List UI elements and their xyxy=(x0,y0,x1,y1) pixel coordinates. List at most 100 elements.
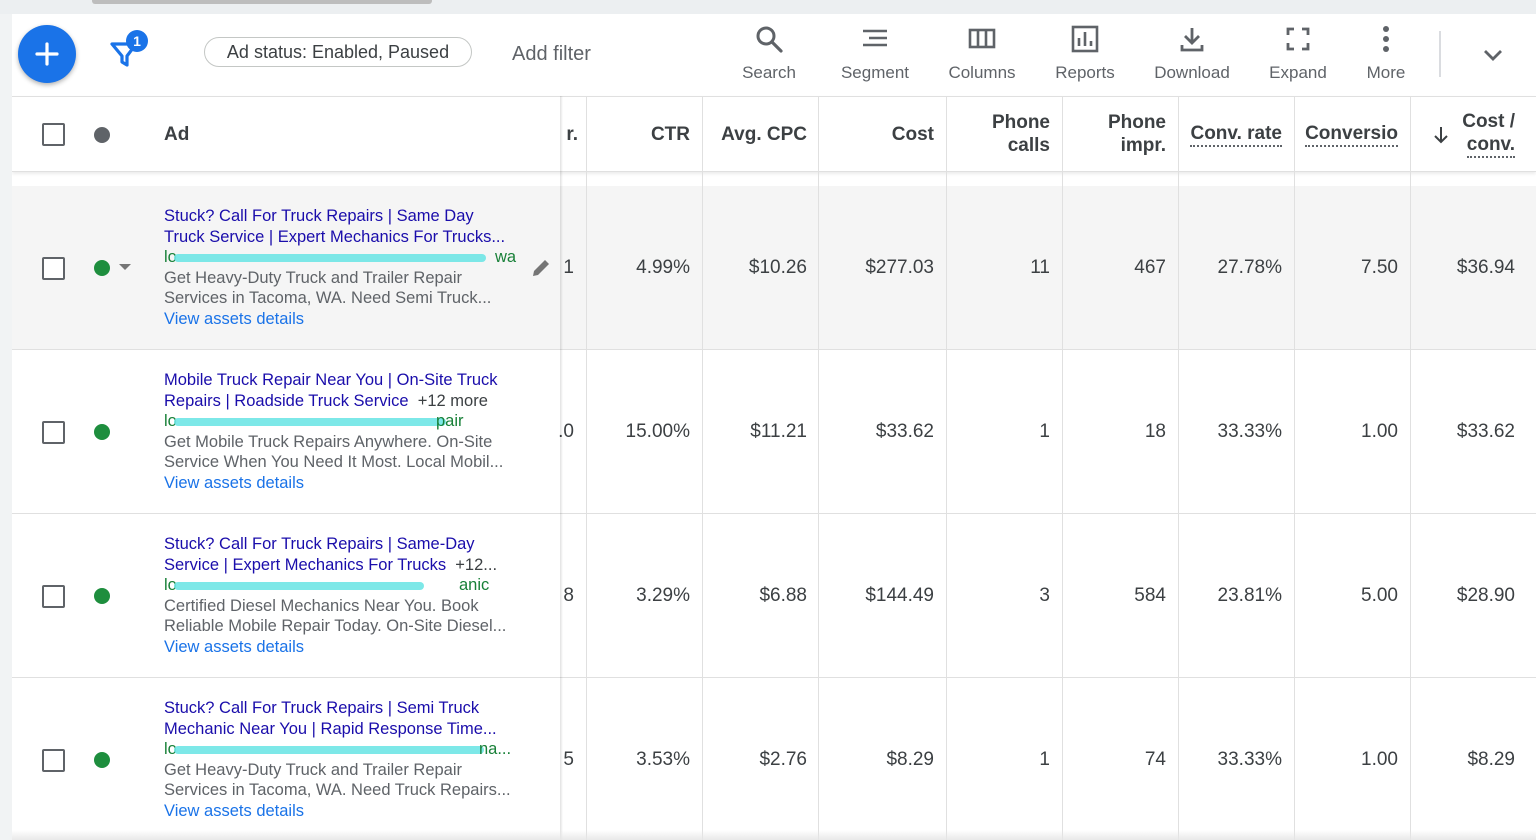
row-checkbox[interactable] xyxy=(42,257,65,280)
cell-cost-per-conv: $8.29 xyxy=(1467,749,1515,770)
header-phone-impr-line1: Phone xyxy=(1107,112,1166,133)
add-filter-button[interactable]: Add filter xyxy=(512,43,591,66)
status-enabled-dot[interactable] xyxy=(94,588,110,604)
header-conversions[interactable]: Conversio xyxy=(1295,97,1398,171)
scroll-fade xyxy=(12,830,1536,840)
table-row[interactable]: Stuck? Call For Truck Repairs | Same-Day… xyxy=(12,514,1536,678)
ad-display-url: lo anic xyxy=(164,575,524,596)
segment-label: Segment xyxy=(840,63,910,82)
header-ctr[interactable]: CTR xyxy=(587,97,690,171)
search-button[interactable]: Search xyxy=(714,24,824,83)
table-row[interactable]: Mobile Truck Repair Near You | On-Site T… xyxy=(12,350,1536,514)
cell-phone-calls: 11 xyxy=(1030,257,1050,278)
plus-icon xyxy=(35,42,59,66)
more-vert-icon xyxy=(1383,26,1389,52)
header-phone-impr[interactable]: Phone impr. xyxy=(1063,97,1166,171)
table-row[interactable]: Stuck? Call For Truck Repairs | Semi Tru… xyxy=(12,678,1536,840)
cell-phone-impr: 584 xyxy=(1134,585,1166,606)
table-toolbar: 1 Ad status: Enabled, Paused Add filter … xyxy=(12,14,1536,96)
column-divider xyxy=(702,96,703,840)
ad-headline-more[interactable]: +12... xyxy=(455,556,497,574)
search-label: Search xyxy=(742,63,796,82)
browser-tab-edge xyxy=(92,0,432,4)
cell-cost: $8.29 xyxy=(886,749,934,770)
filter-chip-ad-status[interactable]: Ad status: Enabled, Paused xyxy=(204,37,472,67)
url-redaction-mark xyxy=(174,746,484,754)
ad-description-line1: Certified Diesel Mechanics Near You. Boo… xyxy=(164,596,479,615)
status-enabled-dot[interactable] xyxy=(94,424,110,440)
cell-ctr: 15.00% xyxy=(625,421,690,442)
header-avg-cpc[interactable]: Avg. CPC xyxy=(703,97,807,171)
cell-phone-impr: 467 xyxy=(1134,257,1166,278)
header-phone-calls-line1: Phone xyxy=(991,112,1050,133)
ad-description-line1: Get Heavy-Duty Truck and Trailer Repair xyxy=(164,760,463,779)
column-divider xyxy=(1410,96,1411,840)
ad-headline-line2[interactable]: Truck Service | Expert Mechanics For Tru… xyxy=(164,227,524,248)
ad-headline-line2[interactable]: Service | Expert Mechanics For Trucks xyxy=(164,556,446,574)
header-conv-rate[interactable]: Conv. rate xyxy=(1179,97,1282,171)
ad-headline-line1[interactable]: Stuck? Call For Truck Repairs | Semi Tru… xyxy=(164,698,524,719)
toolbar-divider xyxy=(1439,31,1441,77)
reports-button[interactable]: Reports xyxy=(1030,24,1140,83)
view-assets-link[interactable]: View assets details xyxy=(164,473,524,494)
ad-headline-more[interactable]: +12 more xyxy=(418,392,488,410)
caret-down-icon[interactable] xyxy=(118,262,132,272)
ad-preview: Stuck? Call For Truck Repairs | Same-Day… xyxy=(164,534,524,657)
header-cost-per-conv-line2: conv. xyxy=(1466,133,1515,158)
download-label: Download xyxy=(1154,63,1230,82)
cell-cost: $144.49 xyxy=(865,585,934,606)
edit-pencil-icon[interactable] xyxy=(530,257,552,279)
create-button[interactable] xyxy=(18,25,76,83)
header-cost[interactable]: Cost xyxy=(819,97,934,171)
header-ad[interactable]: Ad xyxy=(164,97,224,171)
reports-label: Reports xyxy=(1055,63,1115,82)
cell-conversions: 7.50 xyxy=(1361,257,1398,278)
sort-arrow-down-icon[interactable] xyxy=(1432,125,1450,145)
view-assets-link[interactable]: View assets details xyxy=(164,309,524,330)
download-button[interactable]: Download xyxy=(1137,24,1247,83)
cell-avg-cpc: $6.88 xyxy=(759,585,807,606)
more-button[interactable]: More xyxy=(1331,24,1441,83)
row-checkbox[interactable] xyxy=(42,585,65,608)
ad-headline-line1[interactable]: Mobile Truck Repair Near You | On-Site T… xyxy=(164,370,524,391)
chevron-down-icon[interactable] xyxy=(1478,40,1508,70)
ad-description-line2: Reliable Mobile Repair Today. On-Site Di… xyxy=(164,617,507,635)
expand-label: Expand xyxy=(1269,63,1327,82)
ad-headline-line1[interactable]: Stuck? Call For Truck Repairs | Same-Day xyxy=(164,534,524,555)
ad-display-url: lo wa xyxy=(164,247,524,268)
ads-table-card: 1 Ad status: Enabled, Paused Add filter … xyxy=(12,14,1536,840)
header-phone-impr-line2: impr. xyxy=(1120,135,1166,156)
url-redaction-mark xyxy=(174,254,486,262)
view-assets-link[interactable]: View assets details xyxy=(164,801,524,822)
ad-description-line2: Services in Tacoma, WA. Need Truck Repai… xyxy=(164,781,511,799)
status-enabled-dot[interactable] xyxy=(94,260,110,276)
columns-button[interactable]: Columns xyxy=(927,24,1037,83)
cell-cost: $277.03 xyxy=(865,257,934,278)
filter-count-badge: 1 xyxy=(126,30,148,52)
ad-description-line2: Services in Tacoma, WA. Need Semi Truck.… xyxy=(164,289,492,307)
ad-description-line1: Get Heavy-Duty Truck and Trailer Repair xyxy=(164,268,463,287)
columns-icon xyxy=(968,28,996,49)
cell-cost-per-conv: $36.94 xyxy=(1456,257,1515,278)
segment-button[interactable]: Segment xyxy=(820,24,930,83)
ad-headline-line2[interactable]: Repairs | Roadside Truck Service xyxy=(164,392,409,410)
header-phone-calls[interactable]: Phone calls xyxy=(947,97,1050,171)
segment-icon xyxy=(863,29,887,47)
cell-phone-impr: 18 xyxy=(1144,421,1166,442)
ad-description-line2: Service When You Need It Most. Local Mob… xyxy=(164,453,504,471)
ad-preview: Mobile Truck Repair Near You | On-Site T… xyxy=(164,370,524,493)
ad-display-url: lo na... xyxy=(164,739,524,760)
ad-preview: Stuck? Call For Truck Repairs | Semi Tru… xyxy=(164,698,524,821)
ad-url-end: wa xyxy=(495,248,517,266)
ad-headline-line1[interactable]: Stuck? Call For Truck Repairs | Same Day xyxy=(164,206,524,227)
table-header: Ad r. CTR Avg. CPC Cost Phone calls Phon… xyxy=(12,96,1536,172)
view-assets-link[interactable]: View assets details xyxy=(164,637,524,658)
column-divider xyxy=(946,96,947,840)
row-checkbox[interactable] xyxy=(42,421,65,444)
ad-headline-line2[interactable]: Mechanic Near You | Rapid Response Time.… xyxy=(164,719,524,740)
header-cost-per-conv[interactable]: Cost / conv. xyxy=(1452,97,1515,171)
row-checkbox[interactable] xyxy=(42,749,65,772)
select-all-checkbox[interactable] xyxy=(42,123,65,146)
table-row[interactable]: Stuck? Call For Truck Repairs | Same Day… xyxy=(12,186,1536,350)
status-enabled-dot[interactable] xyxy=(94,752,110,768)
